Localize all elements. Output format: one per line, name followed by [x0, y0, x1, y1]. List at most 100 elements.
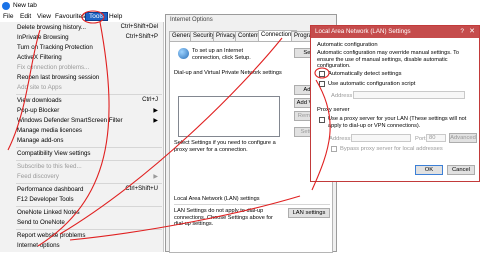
auto-config-heading: Automatic configuration	[317, 42, 378, 48]
menu-item-view-downloads[interactable]: View downloads Ctrl+J	[0, 96, 164, 106]
menu-item-label: Turn on Tracking Protection	[17, 44, 93, 51]
menu-file[interactable]: File	[3, 13, 13, 20]
menu-item-label: F12 Developer Tools	[17, 196, 74, 203]
menu-view[interactable]: View	[37, 13, 51, 20]
menu-item-internet-options[interactable]: Internet options	[0, 241, 164, 251]
menu-item-label: Internet options	[17, 242, 60, 249]
menu-item-label: Windows Defender SmartScreen Filter	[17, 117, 123, 124]
advanced-button: Advanced	[449, 133, 477, 143]
menu-item-fix-connection: Fix connection problems...	[0, 63, 164, 73]
lan-settings-text: LAN Settings do not apply to dial-up con…	[174, 208, 273, 228]
menu-item-label: Manage media licences	[17, 127, 83, 134]
browser-tab-title[interactable]: New tab	[13, 2, 37, 9]
port-field: 80	[426, 134, 446, 142]
setup-text: To set up an Internet connection, click …	[192, 48, 251, 61]
dialog-title: Local Area Network (LAN) Settings	[315, 28, 411, 35]
dialog-title: Internet Options	[170, 17, 213, 23]
menu-separator	[16, 183, 162, 184]
menu-item-performance-dashboard[interactable]: Performance dashboard Ctrl+Shift+U	[0, 185, 164, 195]
menu-item-label: ActiveX Filtering	[17, 54, 62, 61]
dialup-connections-list[interactable]	[178, 96, 280, 137]
menu-item-tracking-protection[interactable]: Turn on Tracking Protection	[0, 43, 164, 53]
menu-item-send-to-onenote[interactable]: Send to OneNote	[0, 218, 164, 228]
proxy-address-field	[351, 134, 411, 142]
menu-separator	[16, 229, 162, 230]
auto-detect-checkbox[interactable]	[319, 71, 325, 77]
lan-settings-dialog: Local Area Network (LAN) Settings ? ✕ Au…	[310, 25, 480, 182]
browser-tab-icon	[2, 2, 10, 10]
proxy-heading: Proxy server	[317, 107, 350, 113]
menu-item-compat-view[interactable]: Compatibility View settings	[0, 149, 164, 159]
submenu-arrow-icon: ▶	[153, 118, 158, 124]
menu-item-inprivate[interactable]: InPrivate Browsing Ctrl+Shift+P	[0, 33, 164, 43]
menu-item-label: Performance dashboard	[17, 186, 84, 193]
dialog-titlebar: Local Area Network (LAN) Settings ? ✕	[311, 26, 479, 38]
menu-item-label: Feed discovery	[17, 173, 59, 180]
menu-separator	[16, 160, 162, 161]
auto-script-label: Use automatic configuration script	[328, 81, 416, 87]
script-address-field	[353, 91, 465, 99]
menu-item-onenote-linked[interactable]: OneNote Linked Notes	[0, 208, 164, 218]
menu-item-feed-discovery: Feed discovery ▶	[0, 172, 164, 182]
menu-tools[interactable]: Tools	[85, 12, 109, 21]
connections-panel: To set up an Internet connection, click …	[169, 41, 333, 253]
divider	[174, 204, 330, 205]
menu-item-reopen-session[interactable]: Reopen last browsing session	[0, 73, 164, 83]
menu-item-subscribe-feed: Subscribe to this feed...	[0, 162, 164, 172]
globe-icon	[178, 48, 189, 59]
menu-item-label: Add site to Apps	[17, 84, 62, 91]
menu-item-shortcut: Ctrl+Shift+U	[125, 186, 158, 192]
proxy-settings-text: Select Settings if you need to configure…	[174, 140, 276, 153]
cancel-button[interactable]: Cancel	[447, 165, 475, 175]
auto-detect-label: Automatically detect settings	[328, 71, 402, 77]
menu-item-label: Fix connection problems...	[17, 64, 90, 71]
menu-item-activex-filtering[interactable]: ActiveX Filtering	[0, 53, 164, 63]
menu-item-label: Report website problems	[17, 232, 86, 239]
menu-item-smartscreen[interactable]: Windows Defender SmartScreen Filter ▶	[0, 116, 164, 126]
menu-bar: File Edit View Favourites Tools Help	[0, 12, 170, 22]
submenu-arrow-icon: ▶	[153, 108, 158, 114]
menu-separator	[16, 206, 162, 207]
tools-menu: Delete browsing history... Ctrl+Shift+De…	[0, 22, 164, 252]
lan-settings-button[interactable]: LAN settings	[288, 208, 330, 218]
menu-item-report-problems[interactable]: Report website problems	[0, 231, 164, 241]
use-proxy-label: Use a proxy server for your LAN (These s…	[328, 116, 467, 129]
menu-item-label: InPrivate Browsing	[17, 34, 69, 41]
menu-separator	[16, 94, 162, 95]
submenu-arrow-icon: ▶	[153, 174, 158, 180]
auto-config-text: Automatic configuration may override man…	[317, 50, 459, 70]
address-label: Address	[331, 93, 353, 99]
bypass-local-label: Bypass proxy server for local addresses	[340, 146, 443, 152]
menu-item-popup-blocker[interactable]: Pop-up Blocker ▶	[0, 106, 164, 116]
menu-item-label: Send to OneNote	[17, 219, 65, 226]
proxy-address-label: Address:	[329, 136, 352, 142]
ok-button[interactable]: OK	[415, 165, 443, 175]
menu-item-media-licences[interactable]: Manage media licences	[0, 126, 164, 136]
lan-heading: Local Area Network (LAN) settings	[174, 196, 260, 202]
menu-separator	[16, 147, 162, 148]
use-proxy-checkbox[interactable]	[319, 117, 325, 123]
menu-edit[interactable]: Edit	[20, 13, 31, 20]
menu-item-label: Delete browsing history...	[17, 24, 87, 31]
menu-item-shortcut: Ctrl+Shift+P	[125, 34, 158, 40]
menu-item-label: Manage add-ons	[17, 137, 64, 144]
menu-item-shortcut: Ctrl+J	[142, 97, 158, 103]
menu-item-manage-addons[interactable]: Manage add-ons	[0, 136, 164, 146]
menu-item-label: Compatibility View settings	[17, 150, 91, 157]
menu-item-label: Pop-up Blocker	[17, 107, 60, 114]
menu-item-label: Subscribe to this feed...	[17, 163, 82, 170]
bypass-local-checkbox	[331, 146, 337, 152]
auto-script-checkbox[interactable]	[319, 81, 325, 87]
menu-help[interactable]: Help	[109, 13, 122, 20]
menu-item-label: OneNote Linked Notes	[17, 209, 80, 216]
menu-favourites[interactable]: Favourites	[55, 13, 85, 20]
menu-item-f12-tools[interactable]: F12 Developer Tools	[0, 195, 164, 205]
dialup-heading: Dial-up and Virtual Private Network sett…	[174, 70, 282, 76]
menu-item-delete-history[interactable]: Delete browsing history... Ctrl+Shift+De…	[0, 23, 164, 33]
menu-item-label: View downloads	[17, 97, 62, 104]
menu-item-shortcut: Ctrl+Shift+Del	[120, 24, 158, 30]
help-icon[interactable]: ?	[460, 28, 464, 35]
browser-tab-bar: New tab	[0, 0, 480, 12]
close-icon[interactable]: ✕	[469, 27, 475, 35]
menu-item-add-site-to-apps: Add site to Apps	[0, 83, 164, 93]
